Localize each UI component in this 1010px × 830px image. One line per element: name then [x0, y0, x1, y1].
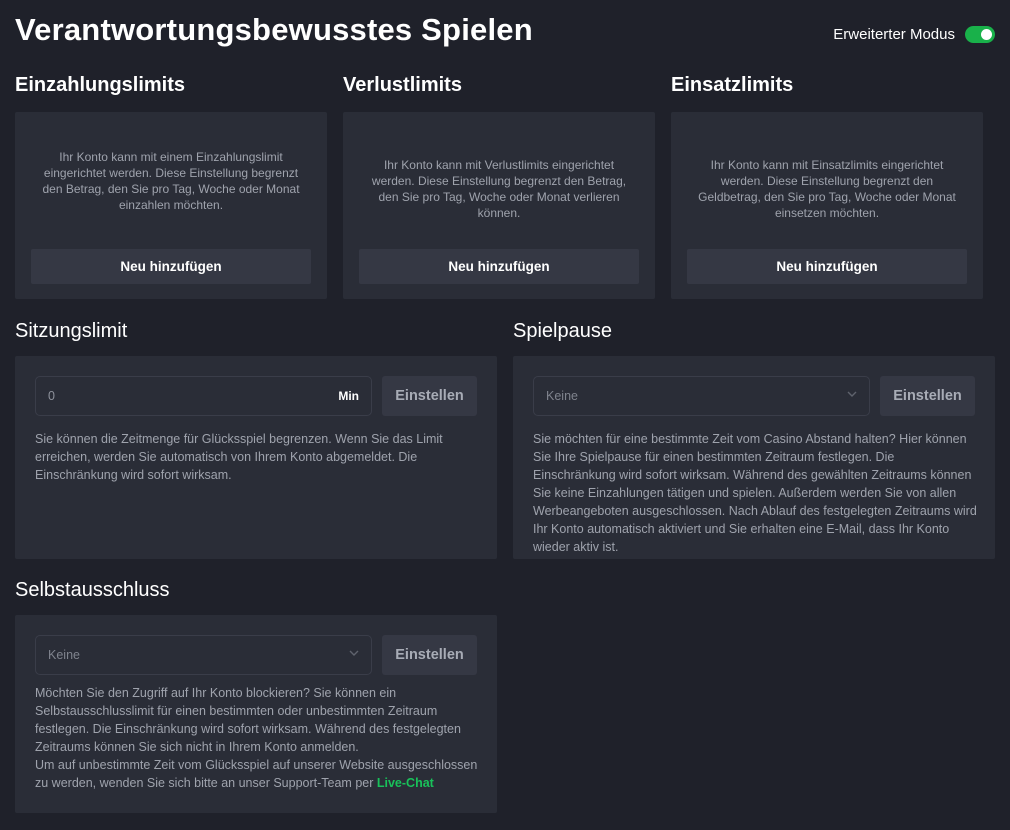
game-pause-select[interactable]: Keine: [533, 376, 870, 416]
session-limit-card: Min Einstellen Sie können die Zeitmenge …: [15, 356, 497, 559]
chevron-down-icon: [847, 391, 857, 397]
advanced-mode-label: Erweiterter Modus: [833, 26, 955, 43]
wager-limits-title: Einsatzlimits: [671, 74, 794, 96]
self-exclusion-description: Möchten Sie den Zugriff auf Ihr Konto bl…: [35, 684, 480, 792]
add-wager-limit-button[interactable]: Neu hinzufügen: [687, 249, 967, 284]
game-pause-card: Keine Einstellen Sie möchten für eine be…: [513, 356, 995, 559]
self-exclusion-text: Möchten Sie den Zugriff auf Ihr Konto bl…: [35, 686, 461, 754]
session-limit-unit: Min: [338, 389, 359, 403]
deposit-limits-title: Einzahlungslimits: [15, 74, 186, 96]
game-pause-set-button[interactable]: Einstellen: [880, 376, 975, 416]
live-chat-link[interactable]: Live-Chat: [377, 776, 434, 790]
wager-limits-card: Ihr Konto kann mit Einsatzlimits eingeri…: [671, 112, 983, 299]
session-limit-description: Sie können die Zeitmenge für Glücksspiel…: [35, 432, 443, 482]
advanced-mode-toggle[interactable]: [965, 26, 995, 43]
self-exclusion-set-button[interactable]: Einstellen: [382, 635, 477, 675]
game-pause-description: Sie möchten für eine bestimmte Zeit vom …: [533, 432, 977, 554]
loss-limits-description: Ihr Konto kann mit Verlustlimits eingeri…: [371, 158, 627, 220]
game-pause-selected-value: Keine: [546, 389, 578, 403]
self-exclusion-card: Keine Einstellen Möchten Sie den Zugriff…: [15, 615, 497, 813]
deposit-limits-description: Ihr Konto kann mit einem Einzahlungslimi…: [42, 150, 300, 212]
advanced-mode-control: Erweiterter Modus: [833, 26, 995, 43]
self-exclusion-select[interactable]: Keine: [35, 635, 372, 675]
chevron-down-icon: [349, 650, 359, 656]
deposit-limits-card: Ihr Konto kann mit einem Einzahlungslimi…: [15, 112, 327, 299]
session-limit-set-button[interactable]: Einstellen: [382, 376, 477, 416]
self-exclusion-title: Selbstausschluss: [15, 579, 170, 601]
loss-limits-card: Ihr Konto kann mit Verlustlimits eingeri…: [343, 112, 655, 299]
wager-limits-description: Ihr Konto kann mit Einsatzlimits eingeri…: [698, 158, 956, 220]
session-limit-field: Min: [35, 376, 372, 416]
page-title: Verantwortungsbewusstes Spielen: [15, 12, 533, 47]
loss-limits-title: Verlustlimits: [343, 74, 462, 96]
session-limit-title: Sitzungslimit: [15, 320, 128, 342]
toggle-knob: [981, 29, 992, 40]
add-loss-limit-button[interactable]: Neu hinzufügen: [359, 249, 639, 284]
game-pause-title: Spielpause: [513, 320, 612, 342]
session-limit-input[interactable]: [48, 377, 298, 415]
self-exclusion-selected-value: Keine: [48, 648, 80, 662]
add-deposit-limit-button[interactable]: Neu hinzufügen: [31, 249, 311, 284]
